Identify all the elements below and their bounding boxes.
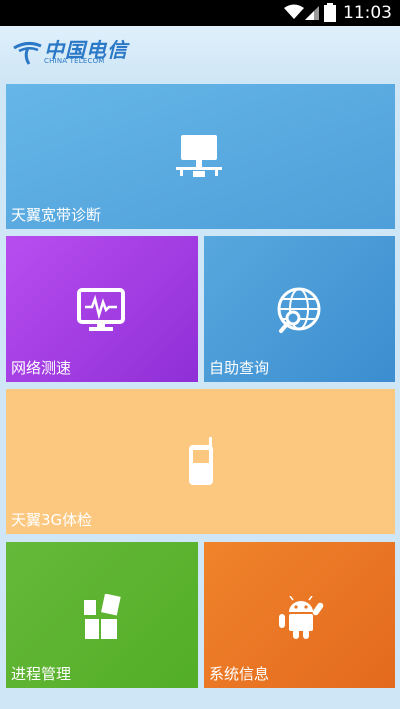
wifi-icon (284, 4, 304, 19)
tile-label: 天翼宽带诊断 (11, 206, 102, 224)
tile-label: 天翼3G体检 (11, 511, 93, 529)
tile-process-management[interactable]: 进程管理 (6, 542, 198, 688)
network-computer-icon (176, 135, 222, 177)
monitor-speed-icon (77, 288, 125, 331)
tile-broadband-diagnosis[interactable]: 天翼宽带诊断 (6, 84, 395, 229)
tile-label: 系统信息 (209, 665, 270, 683)
tile-label: 网络测速 (11, 359, 72, 377)
tile-3g-checkup[interactable]: 天翼3G体检 (6, 389, 395, 534)
tile-self-service-query[interactable]: 自助查询 (204, 236, 395, 382)
battery-icon (324, 3, 336, 22)
globe-search-icon (277, 287, 321, 333)
process-blocks-icon (82, 594, 121, 639)
status-time: 11:03 (343, 3, 392, 23)
brand-name-en: CHINA TELECOM (44, 57, 105, 65)
tile-label: 进程管理 (11, 665, 72, 683)
tile-system-info[interactable]: 系统信息 (204, 542, 395, 688)
android-icon (279, 596, 324, 639)
tile-network-speed-test[interactable]: 网络测速 (6, 236, 198, 382)
mobile-phone-icon (189, 437, 213, 485)
status-bar: 11:03 (0, 0, 400, 26)
signal-icon (305, 6, 319, 20)
tile-label: 自助查询 (209, 359, 270, 377)
china-telecom-logo-icon (13, 41, 42, 65)
